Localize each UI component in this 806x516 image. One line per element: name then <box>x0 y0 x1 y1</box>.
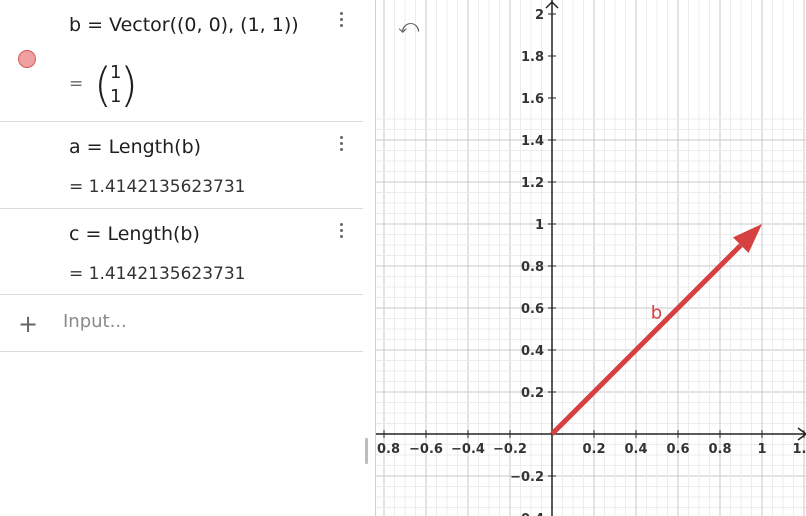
visibility-column <box>0 0 54 121</box>
x-tick-label: 0.8 <box>377 442 400 457</box>
add-item-icon[interactable]: + <box>18 310 38 338</box>
algebra-item-c[interactable]: c = Length(b) = 1.4142135623731 <box>0 209 363 295</box>
y-tick-label: 2 <box>535 8 544 23</box>
x-tick-label: 1 <box>757 442 766 457</box>
definition-c[interactable]: c = Length(b) <box>69 223 200 245</box>
x-tick-label: 0.8 <box>708 442 731 457</box>
y-tick-label: 1.8 <box>521 50 544 65</box>
undo-icon[interactable]: ⤺ <box>398 14 419 38</box>
visibility-toggle-icon[interactable] <box>18 50 36 68</box>
definition-a[interactable]: a = Length(b) <box>69 136 201 158</box>
more-options-icon[interactable] <box>337 223 345 245</box>
x-tick-label: 1.2 <box>792 442 806 457</box>
value-prefix-b: = <box>69 74 84 94</box>
algebra-item-b[interactable]: b = Vector((0, 0), (1, 1)) = ( 1 1 ) <box>0 0 363 122</box>
input-row[interactable] <box>0 295 363 352</box>
algebra-item-a[interactable]: a = Length(b) = 1.4142135623731 <box>0 122 363 209</box>
y-tick-label: 0.2 <box>521 386 544 401</box>
more-options-icon[interactable] <box>337 12 345 34</box>
x-tick-label: −0.4 <box>451 442 485 457</box>
graphics-view[interactable]: 0.8 −0.6 −0.4 −0.2 0.2 0.4 0.6 0.8 1 1.2 2 1.8 1.6 1.… <box>376 0 806 516</box>
value-a: = 1.4142135623731 <box>69 177 246 197</box>
more-options-icon[interactable] <box>337 136 345 158</box>
y-tick-label: 1 <box>535 218 544 233</box>
y-tick-label: 0.4 <box>521 344 544 359</box>
y-tick-label: 1.6 <box>521 92 544 107</box>
value-c: = 1.4142135623731 <box>69 264 246 284</box>
graphics-canvas[interactable]: 0.8 −0.6 −0.4 −0.2 0.2 0.4 0.6 0.8 1 1.2 2 1.8 1.6 1.… <box>376 0 806 516</box>
x-tick-label: 0.4 <box>624 442 647 457</box>
vector-b-label: b <box>651 303 662 324</box>
vector-value-b: ( 1 1 ) <box>94 60 138 112</box>
y-tick-label: 0.6 <box>521 302 544 317</box>
x-tick-label: 0.6 <box>666 442 689 457</box>
definition-b[interactable]: b = Vector((0, 0), (1, 1)) <box>69 14 299 36</box>
right-paren: ) <box>120 58 138 112</box>
resize-handle-icon[interactable] <box>365 438 368 464</box>
input-bar[interactable]: Input... <box>63 311 127 332</box>
y-tick-label: 1.4 <box>521 134 544 149</box>
y-tick-label: 1.2 <box>521 176 544 191</box>
x-tick-label: −0.2 <box>493 442 527 457</box>
y-tick-label: −0.4 <box>510 512 544 516</box>
algebra-view: b = Vector((0, 0), (1, 1)) = ( 1 1 ) a =… <box>0 0 363 516</box>
y-tick-label: 0.8 <box>521 260 544 275</box>
x-tick-label: 0.2 <box>582 442 605 457</box>
x-tick-label: −0.6 <box>409 442 443 457</box>
y-tick-label: −0.2 <box>510 470 544 485</box>
